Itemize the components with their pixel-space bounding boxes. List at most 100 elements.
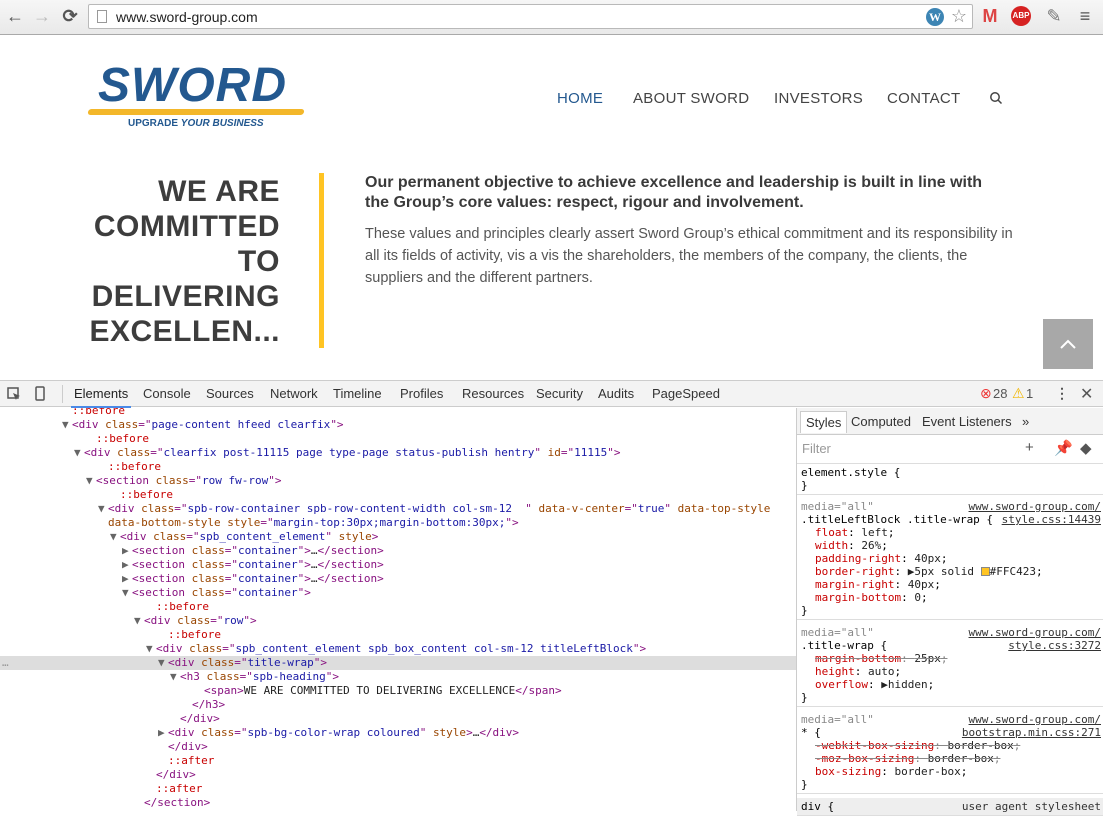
tab-timeline[interactable]: Timeline — [333, 386, 382, 401]
dom-node[interactable]: … ▼ <div class="title-wrap"> — [0, 656, 796, 670]
inspect-element-icon[interactable] — [7, 387, 21, 401]
dom-node[interactable]: ▼ <section class="container"> — [0, 586, 796, 600]
dom-node[interactable]: </section> — [0, 796, 796, 810]
wordpress-icon[interactable]: W — [926, 8, 944, 26]
css-property[interactable]: height: auto; — [801, 665, 1100, 678]
adblock-extension-icon[interactable]: ABP — [1011, 6, 1031, 26]
logo-tagline: UPGRADE YOUR BUSINESS — [128, 118, 264, 129]
nav-about-sword[interactable]: ABOUT SWORD — [633, 90, 749, 107]
nav-home[interactable]: HOME — [557, 90, 603, 107]
error-count[interactable]: 28 — [993, 386, 1007, 401]
forward-button[interactable]: → — [31, 5, 53, 27]
web-page: SWORD UPGRADE YOUR BUSINESS HOME ABOUT S… — [0, 36, 1103, 380]
chrome-menu-icon[interactable]: ≡ — [1075, 6, 1095, 26]
dom-node[interactable]: ▼ <div class="spb-row-container spb-row-c… — [0, 502, 796, 516]
tab-profiles[interactable]: Profiles — [400, 386, 443, 401]
css-property[interactable]: -webkit-box-sizing: border-box; — [801, 739, 1100, 752]
dom-node[interactable]: </h3> — [0, 698, 796, 712]
body-paragraph: These values and principles clearly asse… — [365, 226, 1013, 286]
tab-network[interactable]: Network — [270, 386, 318, 401]
url-text[interactable]: www.sword-group.com — [116, 9, 258, 25]
dom-node[interactable]: ▶ <div class="spb-bg-color-wrap coloured"… — [0, 726, 796, 740]
eyedropper-extension-icon[interactable]: ✎ — [1043, 6, 1065, 26]
dom-node[interactable]: ▶ <section class="container">…</section> — [0, 558, 796, 572]
styles-filter-input[interactable]: Filter — [802, 441, 831, 456]
pin-icon[interactable]: 📌 — [1054, 439, 1073, 457]
more-options-icon[interactable]: ⋮ — [1055, 385, 1069, 402]
css-property[interactable]: width: 26%; — [801, 539, 1100, 552]
css-property[interactable]: box-sizing: border-box; — [801, 765, 1100, 778]
css-property[interactable]: margin-bottom: 0; — [801, 591, 1100, 604]
back-to-top-button[interactable] — [1043, 319, 1093, 369]
warning-count[interactable]: 1 — [1026, 386, 1033, 401]
css-property[interactable]: overflow: ▶hidden; — [801, 678, 1100, 691]
css-property[interactable]: margin-bottom: 25px; — [801, 652, 1100, 665]
dom-node[interactable]: </div> — [0, 768, 796, 782]
dom-node[interactable]: ▼ <section class="row fw-row"> — [0, 474, 796, 488]
css-property[interactable]: float: left; — [801, 526, 1100, 539]
devtools-panel: Elements Console Sources Network Timeline Pro… — [0, 380, 1103, 816]
device-mode-icon[interactable] — [35, 386, 45, 401]
css-property[interactable]: -moz-box-sizing: border-box; — [801, 752, 1100, 765]
css-rule-title-left-block[interactable]: media="all" www.sword-group.com/.titleLef… — [797, 498, 1103, 620]
logo-wordmark: SWORD — [98, 59, 287, 112]
dom-node[interactable]: ::after — [0, 754, 796, 768]
tab-security[interactable]: Security — [536, 386, 583, 401]
dom-node[interactable]: ::before — [0, 408, 796, 418]
tab-console[interactable]: Console — [143, 386, 191, 401]
reload-button[interactable]: ⟳ — [59, 5, 81, 27]
page-icon — [97, 10, 107, 23]
dom-node[interactable]: ▶ <section class="container">…</section> — [0, 544, 796, 558]
css-property[interactable]: margin-right: 40px; — [801, 578, 1100, 591]
css-property[interactable]: border-right: ▶5px solid #FFC423; — [801, 565, 1100, 578]
dom-node[interactable]: ::before — [0, 628, 796, 642]
gmail-extension-icon[interactable]: M — [980, 6, 1000, 26]
tab-elements[interactable]: Elements — [70, 386, 132, 408]
css-property[interactable]: padding-right: 40px; — [801, 552, 1100, 565]
css-rule-title-wrap[interactable]: media="all" www.sword-group.com/.title-wr… — [797, 624, 1103, 707]
dom-node[interactable]: ▼ <div class="clearfix post-11115 page ty… — [0, 446, 796, 460]
sword-logo[interactable]: SWORD UPGRADE YOUR BUSINESS — [87, 59, 308, 130]
dom-node[interactable]: </div> — [0, 712, 796, 726]
dom-node[interactable]: ▼ <div class="spb_content_element spb_box… — [0, 642, 796, 656]
dom-node[interactable]: ::before — [0, 432, 796, 446]
tab-resources[interactable]: Resources — [462, 386, 524, 401]
dom-node[interactable]: ::before — [0, 600, 796, 614]
dom-node[interactable]: ▶ <section class="container">…</section> — [0, 572, 796, 586]
dom-node[interactable]: <span>WE ARE COMMITTED TO DELIVERING EXC… — [0, 684, 796, 698]
css-rule-user-agent-div[interactable]: div { user agent stylesheet — [797, 798, 1103, 816]
forward-icon: → — [33, 6, 51, 26]
element-style-rule[interactable]: element.style {} — [797, 463, 1103, 495]
lead-paragraph: Our permanent objective to achieve excel… — [365, 174, 983, 211]
address-bar[interactable]: www.sword-group.com W ☆ — [88, 4, 973, 29]
back-button[interactable]: ← — [4, 5, 26, 27]
warning-icon: ⚠ — [1012, 385, 1025, 401]
dom-node[interactable]: ::before — [0, 488, 796, 502]
css-rule-universal[interactable]: media="all" www.sword-group.com/* {bootst… — [797, 711, 1103, 794]
close-devtools-icon[interactable]: ✕ — [1080, 384, 1093, 404]
dom-node[interactable]: ▼ <div class="spb_content_element" style> — [0, 530, 796, 544]
tab-event-listeners[interactable]: Event Listeners — [922, 414, 1012, 429]
dom-node[interactable]: ▼ <div class="page-content hfeed clearfix… — [0, 418, 796, 432]
dom-node[interactable]: ▼ <h3 class="spb-heading"> — [0, 670, 796, 684]
search-icon[interactable] — [989, 91, 1003, 105]
tab-audits[interactable]: Audits — [598, 386, 634, 401]
bookmark-star-icon[interactable]: ☆ — [951, 6, 967, 27]
tab-sources[interactable]: Sources — [206, 386, 254, 401]
tab-pagespeed[interactable]: PageSpeed — [652, 386, 720, 401]
dom-node[interactable]: data-bottom-style style="margin-top:30px… — [0, 516, 796, 530]
dom-node[interactable]: ▼ <div class="row"> — [0, 614, 796, 628]
nav-investors[interactable]: INVESTORS — [774, 90, 863, 107]
elements-tree[interactable]: ::before ▼ <div class="page-content hfeed … — [0, 408, 796, 811]
new-rule-icon[interactable]: + — [1025, 439, 1034, 456]
dom-node[interactable]: ::after — [0, 782, 796, 796]
color-swatch — [980, 567, 990, 576]
toggle-element-state-icon[interactable]: ◆ — [1080, 439, 1092, 457]
more-tabs-icon[interactable]: » — [1022, 414, 1029, 429]
dom-node[interactable]: </div> — [0, 740, 796, 754]
tab-styles[interactable]: Styles — [800, 411, 848, 433]
nav-contact[interactable]: CONTACT — [887, 90, 960, 107]
dom-node[interactable]: ::before — [0, 460, 796, 474]
tab-computed[interactable]: Computed — [851, 414, 911, 429]
page-title: WE ARE COMMITTED TO DELIVERING EXCELLEN.… — [89, 175, 280, 348]
